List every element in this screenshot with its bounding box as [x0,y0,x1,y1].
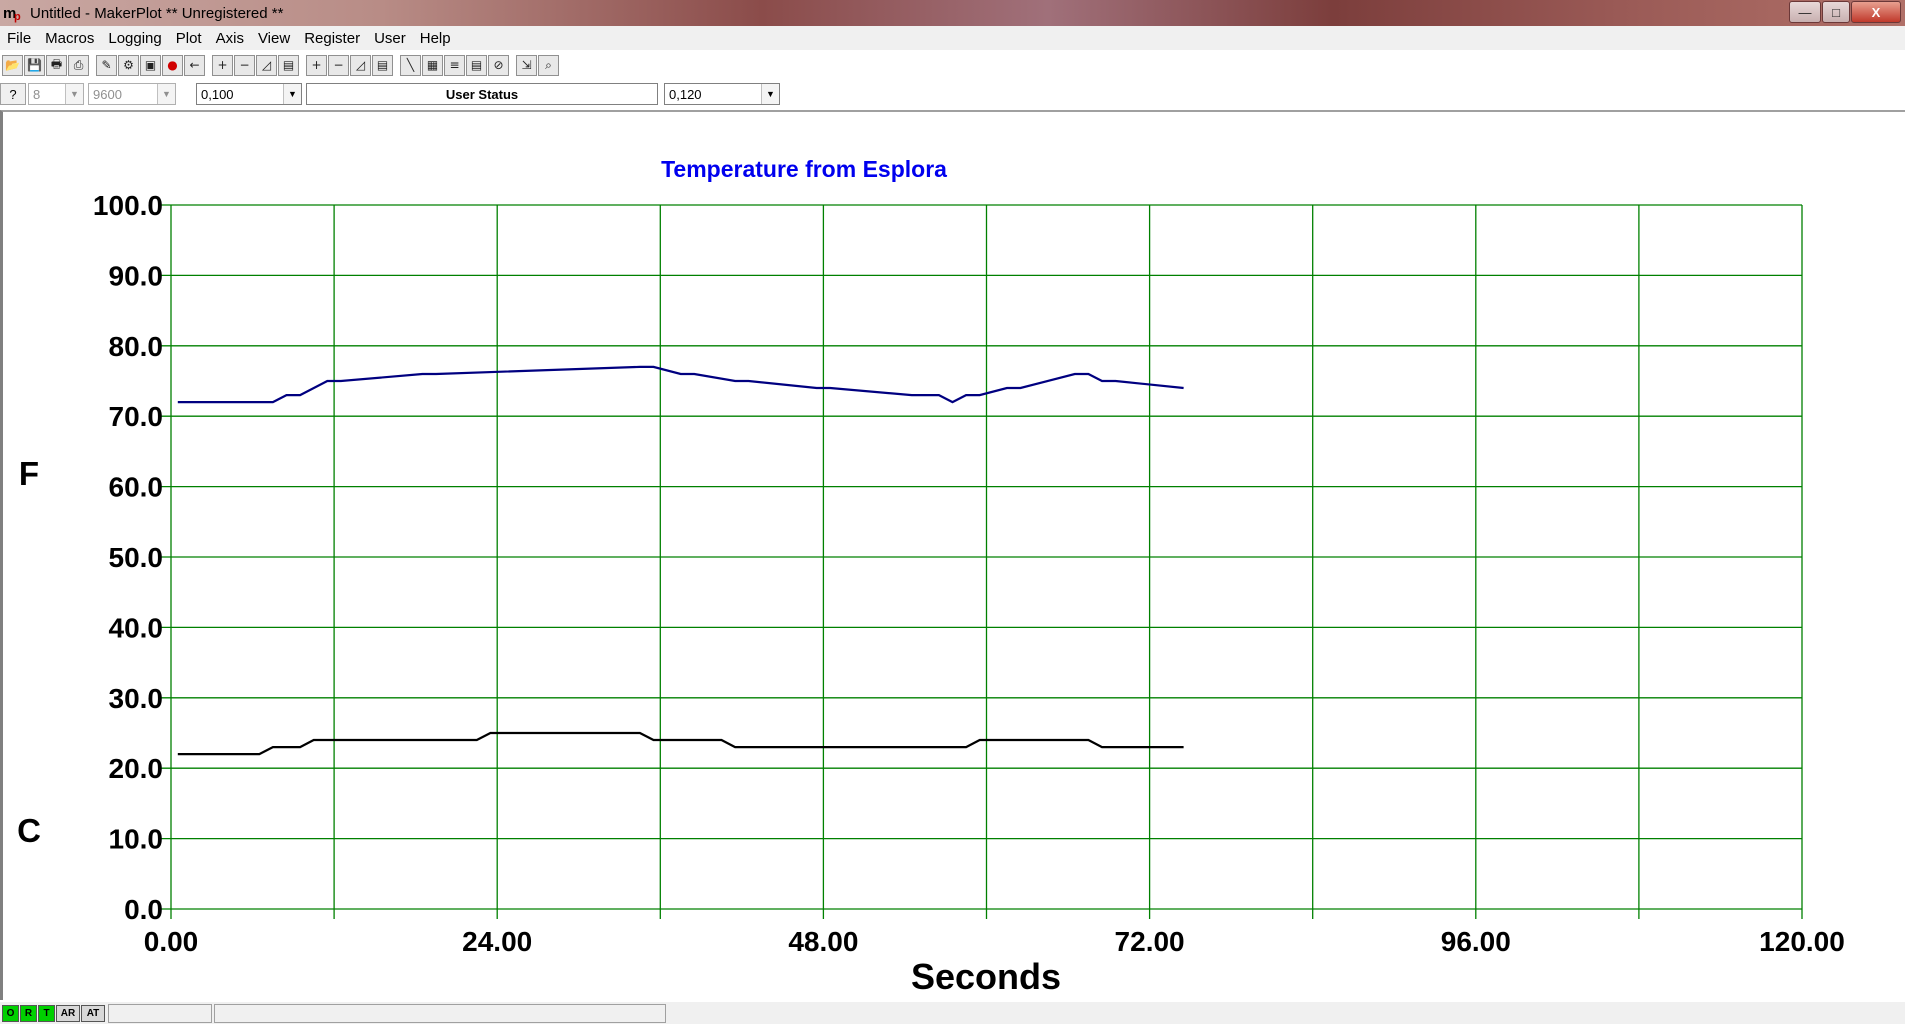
pen-icon[interactable]: ✎ [96,54,117,76]
print-icon[interactable]: 🖶 [46,54,67,76]
y-tick-label: 0.0 [124,894,163,925]
y-zoom-out-icon[interactable]: − [328,54,349,76]
interval-value: 0,100 [201,86,234,102]
y-tick-label: 30.0 [109,683,164,714]
menu-view[interactable]: View [251,30,297,47]
clipboard-icon[interactable]: ▤ [466,54,487,76]
status-message-field [214,1003,666,1023]
minimize-button[interactable]: — [1789,1,1821,23]
y-tick-label: 40.0 [109,612,164,643]
plot-area[interactable]: Temperature from Esplora F C Seconds 0.0… [0,110,1905,1000]
grid-icon[interactable]: ▦ [422,54,443,76]
status-led-r[interactable]: R [20,1004,37,1022]
y-axis-label-fahrenheit: F [19,455,39,492]
snapshot-icon[interactable]: ⎙ [68,54,89,76]
x-fit-icon[interactable]: ◿ [256,54,277,76]
status-led-t[interactable]: T [38,1004,55,1022]
window-title: Untitled - MakerPlot ** Unregistered ** [30,4,284,22]
y-tick-label: 80.0 [109,331,164,362]
chart-title: Temperature from Esplora [661,156,947,182]
interval-select[interactable]: 0,100 ▼ [196,83,302,105]
x-tick-label: 72.00 [1115,926,1185,957]
tick-labels: 0.0 10.0 20.0 30.0 40.0 50.0 60.0 70.0 80.0 90.0 1… [93,190,1845,957]
menu-macros[interactable]: Macros [38,30,101,47]
back-arrow-icon[interactable]: ← [184,54,205,76]
com-port-select[interactable]: 8 ▼ [28,83,84,105]
span-select[interactable]: 0,120 ▼ [664,83,780,105]
y-tick-label: 20.0 [109,753,164,784]
monitor-icon[interactable]: ▣ [140,54,161,76]
grid [161,204,1803,919]
chevron-down-icon: ▼ [157,84,175,104]
y-tick-label: 10.0 [109,824,164,855]
x-tick-label: 48.00 [788,926,858,957]
menu-register[interactable]: Register [297,30,367,47]
close-button[interactable]: X [1851,1,1901,23]
y-tick-label: 90.0 [109,260,164,291]
menu-plot[interactable]: Plot [169,30,209,47]
com-port-value: 8 [33,86,41,102]
chevron-down-icon: ▼ [761,84,779,104]
y-tick-label: 60.0 [109,472,164,503]
scale-icon[interactable]: ⇲ [516,54,537,76]
status-led-at[interactable]: AT [81,1004,105,1022]
y-fit-icon[interactable]: ◿ [350,54,371,76]
menu-file[interactable]: File [0,30,38,47]
x-axis-label: Seconds [911,956,1061,997]
baud-rate-select[interactable]: 9600 ▼ [88,83,176,105]
series-line-fahrenheit [177,365,1184,404]
save-icon[interactable]: 💾 [24,54,45,76]
y-reset-icon[interactable]: ▤ [372,54,393,76]
x-tick-label: 24.00 [462,926,532,957]
x-reset-icon[interactable]: ▤ [278,54,299,76]
progress-field [108,1003,212,1023]
series-line-celsius [177,731,1184,756]
x-zoom-out-icon[interactable]: − [234,54,255,76]
temperature-chart: Temperature from Esplora F C Seconds 0.0… [17,156,1845,997]
help-button[interactable]: ? [0,83,26,105]
x-tick-label: 120.00 [1759,926,1845,957]
x-tick-label: 96.00 [1441,926,1511,957]
toolbar: 📂 💾 🖶 ⎙ ✎ ⚙ ▣ ● ← + − ◿ ▤ + − ◿ ▤ ╲ ▦ ≡ ▤ ⊘ ⇲ ⌕ [0,52,560,78]
y-zoom-in-icon[interactable]: + [306,54,327,76]
record-icon[interactable]: ● [162,54,183,76]
menu-logging[interactable]: Logging [101,30,168,47]
menu-bar: File Macros Logging Plot Axis View Register Use… [0,26,1905,50]
maximize-button[interactable]: □ [1822,1,1850,23]
open-icon[interactable]: 📂 [2,54,23,76]
y-tick-label: 50.0 [109,542,164,573]
status-bar: O R T AR AT [0,1002,1905,1024]
menu-user[interactable]: User [367,30,413,47]
search-icon[interactable]: ⌕ [538,54,559,76]
chevron-down-icon: ▼ [65,84,83,104]
probe-icon[interactable]: ⊘ [488,54,509,76]
x-zoom-in-icon[interactable]: + [212,54,233,76]
user-status-field: User Status [306,83,658,105]
chevron-down-icon: ▼ [283,84,301,104]
notes-icon[interactable]: ≡ [444,54,465,76]
menu-help[interactable]: Help [413,30,458,47]
svg-text:p: p [14,11,21,23]
window-controls: — □ X [1788,1,1901,23]
baud-rate-value: 9600 [93,86,122,102]
makerplot-logo-icon[interactable]: m p [2,2,24,24]
y-tick-label: 100.0 [93,190,163,221]
x-tick-label: 0.00 [144,926,199,957]
y-axis-label-celsius: C [17,812,41,849]
title-bar: m p Untitled - MakerPlot ** Unregistered… [0,0,1905,26]
settings-bar: ? 8 ▼ 9600 ▼ 0,100 ▼ User Status 0,120 ▼ [0,82,790,106]
y-tick-label: 70.0 [109,401,164,432]
status-leds: O R T AR AT [2,1004,106,1022]
span-value: 0,120 [669,86,702,102]
status-led-o[interactable]: O [2,1004,19,1022]
draw-line-icon[interactable]: ╲ [400,54,421,76]
status-led-ar[interactable]: AR [56,1004,80,1022]
data-series [177,365,1184,756]
macro-icon[interactable]: ⚙ [118,54,139,76]
menu-axis[interactable]: Axis [209,30,251,47]
